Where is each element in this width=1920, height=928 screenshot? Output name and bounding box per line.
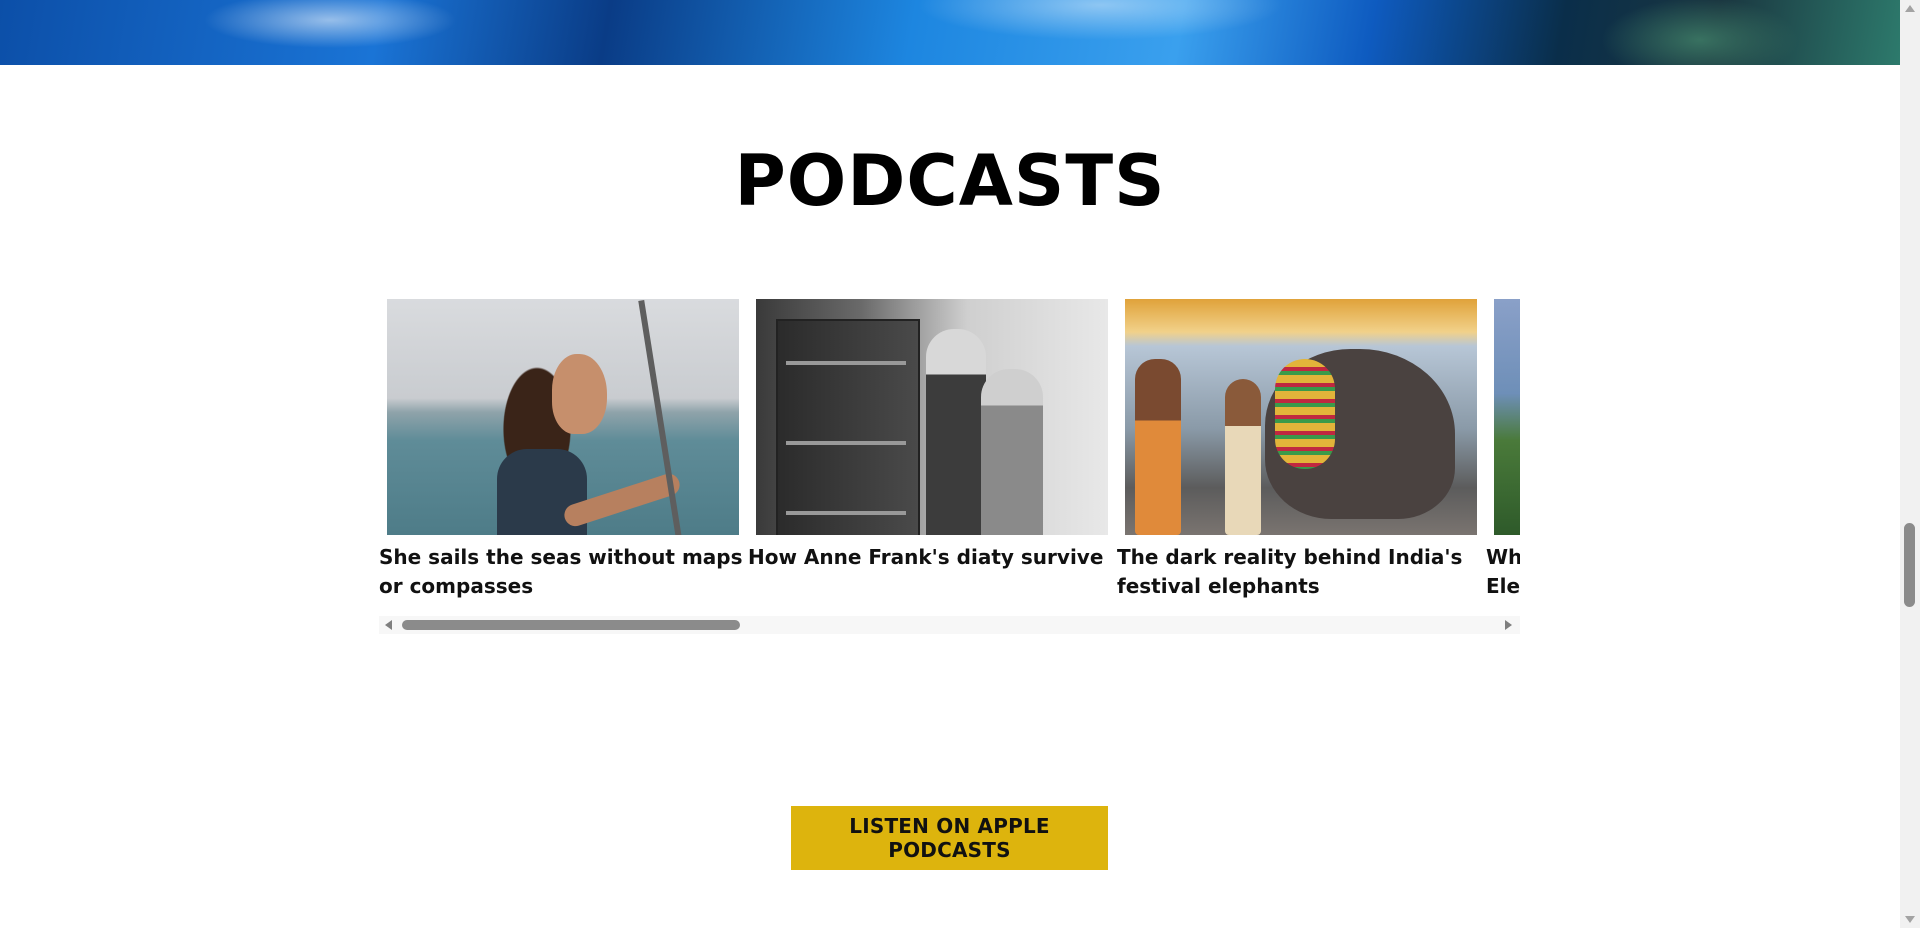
page-scroll-thumb[interactable] <box>1904 523 1915 607</box>
podcast-title[interactable]: Wh Ele <box>1486 543 1520 601</box>
carousel-scroll-thumb[interactable] <box>402 620 740 630</box>
section-title: PODCASTS <box>734 140 1166 222</box>
scroll-right-arrow-icon[interactable] <box>1505 620 1512 630</box>
listen-apple-podcasts-button[interactable]: LISTEN ON APPLE PODCASTS <box>791 806 1108 870</box>
podcast-thumbnail[interactable] <box>1494 299 1520 535</box>
carousel-scrollbar[interactable] <box>379 616 1520 634</box>
podcast-title[interactable]: She sails the seas without maps or compa… <box>379 543 749 601</box>
scroll-up-arrow-icon[interactable] <box>1905 5 1915 12</box>
scroll-left-arrow-icon[interactable] <box>385 620 392 630</box>
page-scrollbar[interactable] <box>1900 0 1920 928</box>
podcast-title[interactable]: The dark reality behind India's festival… <box>1117 543 1487 601</box>
podcast-title[interactable]: How Anne Frank's diaty survive <box>748 543 1118 572</box>
podcast-carousel[interactable]: She sails the seas without maps or compa… <box>379 297 1520 637</box>
podcast-thumbnail[interactable] <box>387 299 739 535</box>
podcast-thumbnail[interactable] <box>756 299 1108 535</box>
scroll-down-arrow-icon[interactable] <box>1905 916 1915 923</box>
podcast-thumbnail[interactable] <box>1125 299 1477 535</box>
hero-image-strip <box>0 0 1900 65</box>
page: PODCASTS She sails the seas without maps… <box>0 0 1920 928</box>
